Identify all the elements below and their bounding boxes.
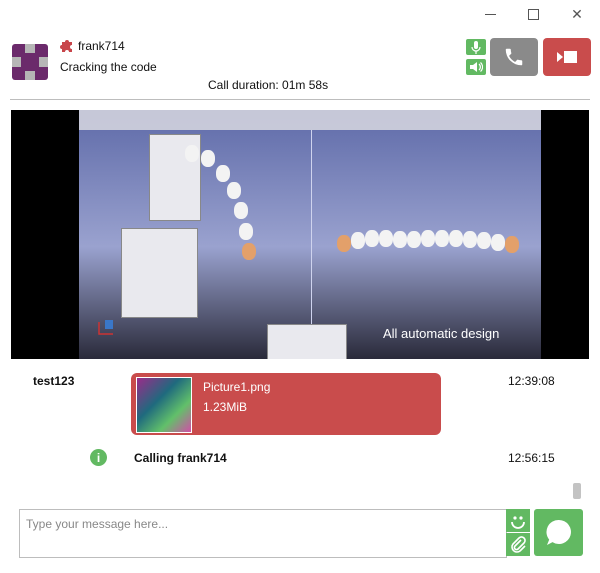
paperclip-icon: [511, 535, 526, 553]
message-time: 12:39:08: [508, 374, 555, 388]
speaker-icon: [470, 62, 483, 72]
video-end-icon: [557, 51, 577, 63]
call-button[interactable]: [490, 38, 538, 76]
video-caption: All automatic design: [383, 326, 500, 341]
file-name: Picture1.png: [203, 380, 271, 394]
event-time: 12:56:15: [508, 451, 555, 465]
microphone-button[interactable]: [466, 39, 486, 55]
header-divider: [10, 99, 590, 100]
smiley-icon: [511, 515, 525, 529]
avatar: [12, 44, 48, 80]
end-video-button[interactable]: [543, 38, 591, 76]
video-stream: All automatic design: [11, 110, 589, 359]
send-button[interactable]: [534, 509, 583, 556]
remote-dialog: [121, 228, 198, 318]
maximize-icon[interactable]: [522, 4, 544, 24]
file-message-bubble[interactable]: Picture1.png 1.23MiB: [131, 373, 441, 435]
contact-status: Cracking the code: [60, 60, 157, 74]
minimize-icon[interactable]: [479, 4, 501, 24]
title-bar: ✕: [0, 0, 600, 30]
phone-icon: [505, 48, 523, 66]
puzzle-icon: [60, 38, 74, 52]
close-icon[interactable]: ✕: [566, 4, 588, 24]
info-icon: i: [90, 449, 107, 466]
emoji-button[interactable]: [506, 509, 530, 532]
axes-icon: [98, 320, 113, 335]
microphone-icon: [471, 40, 481, 54]
message-input[interactable]: [24, 513, 498, 535]
call-duration: Call duration: 01m 58s: [208, 78, 329, 92]
contact-name: frank714: [78, 39, 125, 53]
scrollbar-thumb[interactable]: [573, 483, 581, 499]
call-event-text: Calling frank714: [134, 451, 227, 465]
remote-toolbar: [79, 110, 541, 130]
message-input-box[interactable]: [19, 509, 507, 558]
attach-button[interactable]: [506, 533, 530, 556]
speaker-button[interactable]: [466, 59, 486, 75]
send-bubble-icon: [545, 519, 571, 545]
message-sender: test123: [33, 374, 75, 388]
file-size: 1.23MiB: [203, 400, 248, 414]
file-thumbnail[interactable]: [136, 377, 192, 433]
shared-screen: All automatic design: [79, 110, 541, 359]
remote-dialog: [267, 324, 347, 359]
